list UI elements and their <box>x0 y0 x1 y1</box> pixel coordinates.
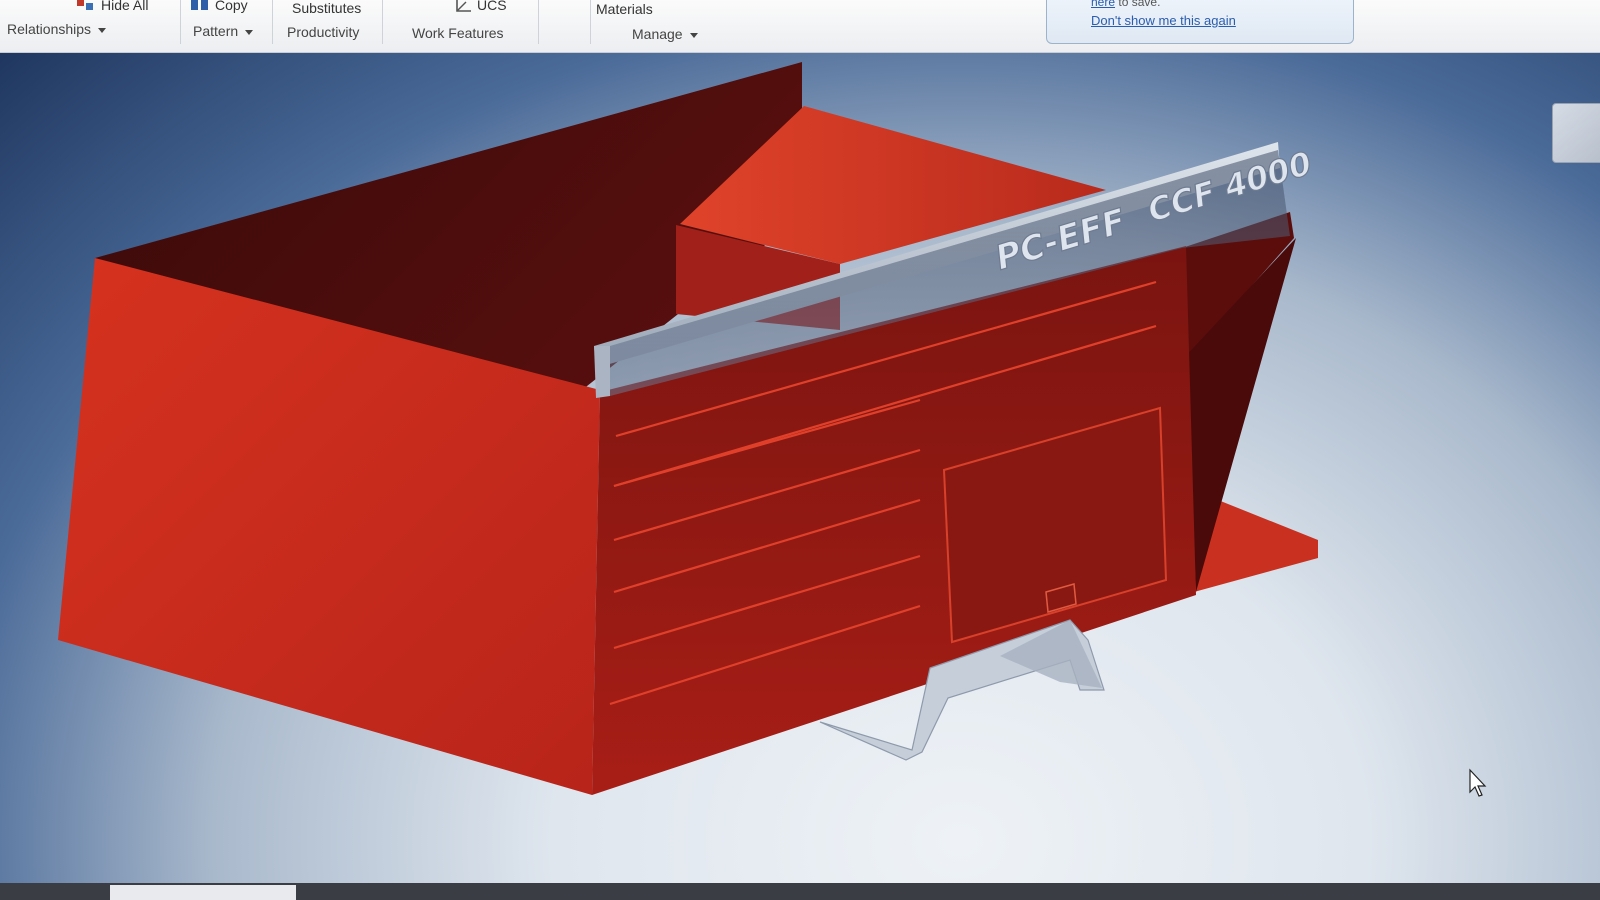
sign-strip-edge <box>594 346 610 398</box>
view-cube-icon[interactable] <box>1552 103 1600 163</box>
ribbon-divider <box>590 0 591 44</box>
ribbon: Hide All Copy Substitutes UCS Materials … <box>0 0 1600 53</box>
chevron-down-icon <box>98 27 107 33</box>
document-tab[interactable] <box>110 885 296 900</box>
productivity-panel[interactable]: Productivity <box>287 24 359 40</box>
substitutes-button[interactable]: Substitutes <box>292 0 361 16</box>
save-suffix: to save. <box>1118 0 1161 9</box>
chevron-down-icon <box>245 29 254 35</box>
ribbon-divider <box>272 0 273 44</box>
save-link[interactable]: here <box>1091 0 1115 9</box>
ucs-label: UCS <box>477 0 507 14</box>
relationships-label: Relationships <box>7 21 92 37</box>
ribbon-divider <box>538 0 539 44</box>
ribbon-divider <box>180 0 181 44</box>
relationships-panel[interactable]: Relationships <box>7 21 107 37</box>
status-bar <box>0 883 1600 900</box>
work-features-panel[interactable]: Work Features <box>412 25 504 41</box>
manage-label: Manage <box>632 26 683 42</box>
hide-all-icon <box>76 0 96 15</box>
productivity-label: Productivity <box>287 24 360 40</box>
substitutes-label: Substitutes <box>292 0 362 16</box>
ribbon-divider <box>382 0 383 44</box>
pattern-panel[interactable]: Pattern <box>193 23 254 39</box>
copy-icon <box>190 0 210 15</box>
model-render: PC-EFF CCF 4000 <box>58 62 1487 797</box>
save-notification: here to save. Don't show me this again <box>1046 0 1354 44</box>
chevron-down-icon <box>689 32 698 38</box>
dont-show-again-link[interactable]: Don't show me this again <box>1091 13 1236 28</box>
hide-all-button[interactable]: Hide All <box>76 0 148 15</box>
work-features-label: Work Features <box>412 25 504 41</box>
ucs-icon <box>454 0 472 16</box>
copy-button[interactable]: Copy <box>190 0 248 15</box>
materials-button[interactable]: Materials <box>596 1 653 17</box>
mouse-cursor-icon <box>1469 768 1487 797</box>
graphics-viewport[interactable]: PC-EFF CCF 4000 <box>0 53 1600 883</box>
materials-label: Materials <box>596 1 653 17</box>
manage-panel[interactable]: Manage <box>632 26 698 42</box>
pattern-label: Pattern <box>193 23 239 39</box>
copy-label: Copy <box>215 0 248 13</box>
ucs-button[interactable]: UCS <box>454 0 507 16</box>
hide-all-label: Hide All <box>101 0 149 13</box>
